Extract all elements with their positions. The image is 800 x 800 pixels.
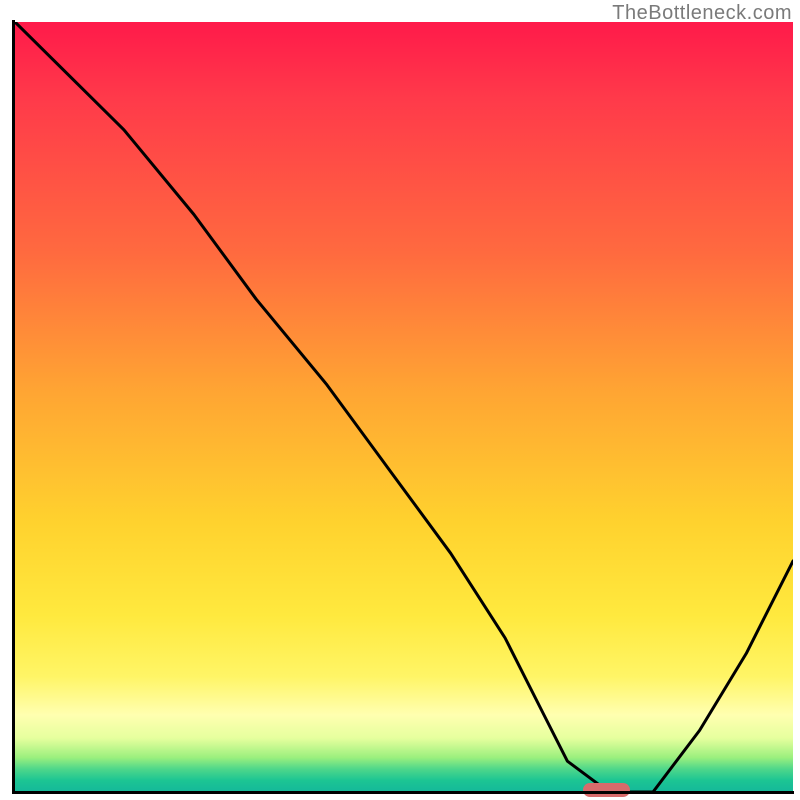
x-axis: [12, 791, 794, 794]
chart-frame: TheBottleneck.com: [0, 0, 800, 800]
y-axis: [12, 20, 15, 794]
optimal-marker: [583, 783, 630, 797]
bottleneck-curve: [15, 22, 793, 792]
